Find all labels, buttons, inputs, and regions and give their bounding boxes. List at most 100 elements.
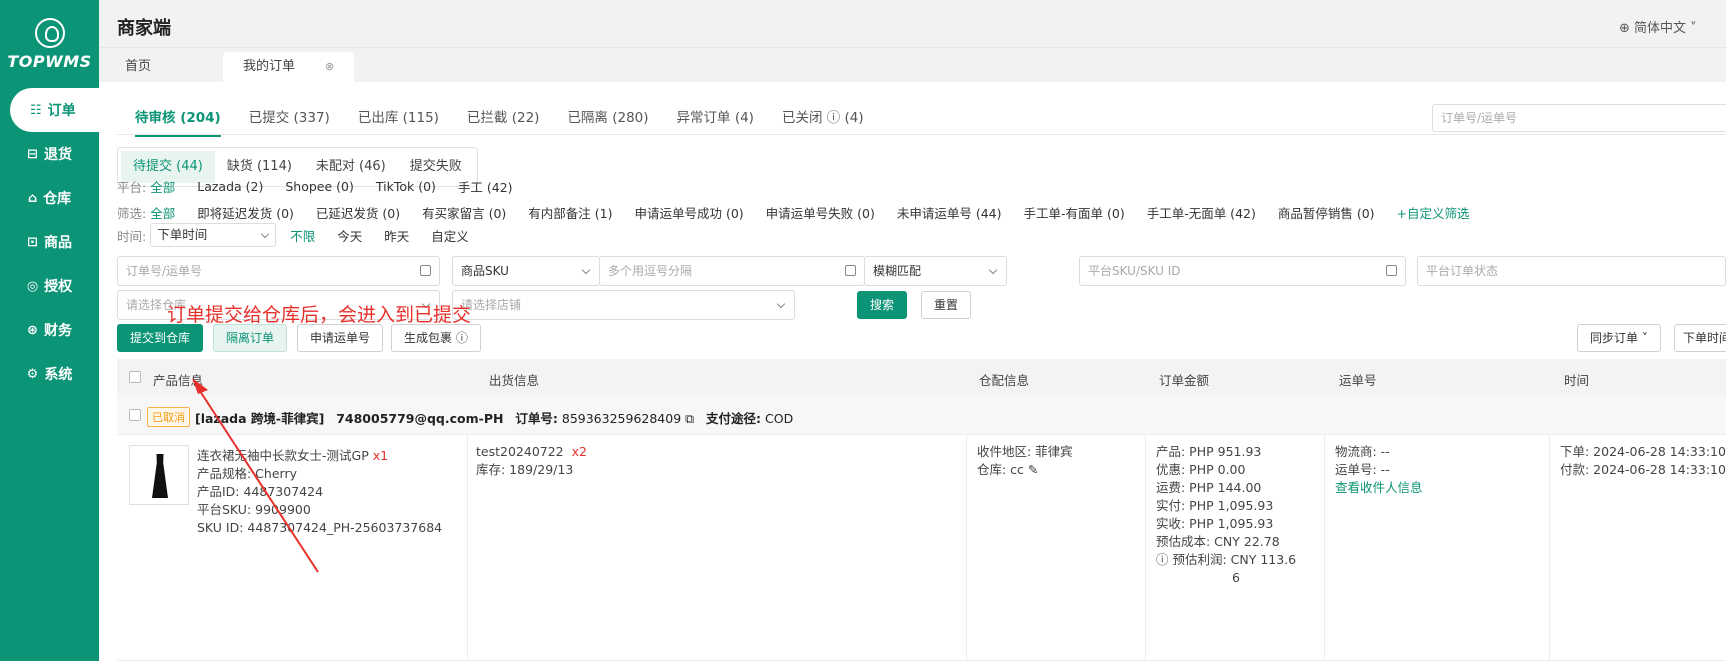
- logo-text: TOPWMS: [7, 51, 92, 71]
- order-search-input[interactable]: 订单号/运单号: [1432, 104, 1726, 132]
- order-number-input[interactable]: 订单号/运单号: [117, 256, 440, 286]
- logo-icon: [34, 17, 65, 48]
- platform-lazada[interactable]: Lazada (2): [197, 179, 263, 194]
- tab-exception[interactable]: 异常订单 (4): [677, 106, 754, 137]
- multi-value-input[interactable]: 多个用逗号分隔: [599, 256, 865, 286]
- chevron-down-icon: [260, 229, 270, 239]
- time-type-select[interactable]: 下单时间: [150, 223, 277, 247]
- sidebar: TOPWMS ☷ 订单 ⊟ 退货 ⌂ 仓库 ⊡ 商品 ◎ 授权 ⊛ 财务 ⚙ 系统: [0, 0, 99, 661]
- warehouse-icon: ⌂: [27, 190, 38, 206]
- shipment-cell: test20240722 x2 库存: 189/29/13: [467, 435, 967, 661]
- filter-option[interactable]: 已延迟发货 (0): [316, 203, 400, 222]
- sidebar-item-order[interactable]: ☷ 订单: [10, 88, 99, 132]
- generate-package-button[interactable]: 生成包裹 ⓘ: [391, 324, 481, 352]
- status-tabs: 待审核 (204) 已提交 (337) 已出库 (115) 已拦截 (22) 已…: [135, 106, 864, 137]
- time-cell: 下单: 2024-06-28 14:33:10 付款: 2024-06-28 1…: [1549, 435, 1726, 661]
- time-custom[interactable]: 自定义: [431, 226, 469, 245]
- warehouse-edit[interactable]: 仓库: cc ✎: [977, 461, 1136, 479]
- status-badge: 已取消: [147, 407, 190, 427]
- platform-sku-input[interactable]: 平台SKU/SKU ID: [1079, 256, 1406, 286]
- filter-option[interactable]: 商品暂停销售 (0): [1278, 203, 1375, 222]
- divider: [117, 134, 1726, 135]
- app-title: 商家端: [117, 18, 171, 39]
- close-icon[interactable]: ⊗: [325, 60, 334, 73]
- sidebar-item-settings[interactable]: ⚙ 系统: [0, 352, 99, 396]
- time-any[interactable]: 不限: [290, 226, 315, 245]
- shop-select[interactable]: 请选择店铺: [452, 290, 795, 320]
- apply-waybill-button[interactable]: 申请运单号: [297, 324, 384, 352]
- filter-option[interactable]: 手工单-无面单 (42): [1147, 203, 1256, 222]
- shop-name: [lazada 跨境-菲律宾]: [195, 411, 325, 426]
- reset-button[interactable]: 重置: [921, 291, 972, 319]
- warehouse-cell: 收件地区: 菲律宾 仓库: cc ✎: [966, 435, 1146, 661]
- platform-manual[interactable]: 手工 (42): [458, 177, 513, 196]
- filter-option[interactable]: 全部: [150, 203, 175, 222]
- filter-option[interactable]: 申请运单号失败 (0): [766, 203, 875, 222]
- sync-orders-button[interactable]: 同步订单 ˅: [1577, 324, 1661, 352]
- main-content: 待审核 (204) 已提交 (337) 已出库 (115) 已拦截 (22) 已…: [99, 82, 1726, 661]
- filter-option[interactable]: 有内部备注 (1): [528, 203, 612, 222]
- time-filter: 时间: 下单时间 不限 今天 昨天 自定义: [117, 223, 491, 247]
- view-receiver-link[interactable]: 查看收件人信息: [1335, 479, 1540, 497]
- filter-option[interactable]: 即将延迟发货 (0): [197, 203, 294, 222]
- product-name: 连衣裙无袖中长款女士-测试GP: [197, 448, 369, 463]
- table-header: 产品信息 出货信息 仓配信息 订单金额 运单号 时间: [117, 359, 1726, 395]
- product-cell: 连衣裙无袖中长款女士-测试GP x1 产品规格: Cherry 产品ID: 44…: [117, 435, 467, 661]
- globe-icon: ⊕: [1619, 21, 1635, 36]
- order-group-header: 已取消 [lazada 跨境-菲律宾] 748005779@qq.com-PH …: [117, 395, 1726, 435]
- filter-option[interactable]: 手工单-有面单 (0): [1024, 203, 1125, 222]
- submit-to-warehouse-button[interactable]: 提交到仓库: [117, 324, 204, 352]
- sidebar-item-auth[interactable]: ◎ 授权: [0, 264, 99, 308]
- product-thumbnail: [129, 445, 189, 505]
- copy-icon[interactable]: ⧉: [685, 411, 694, 426]
- annotation-text: 订单提交给仓库后，会进入到已提交: [167, 304, 472, 326]
- sidebar-item-return[interactable]: ⊟ 退货: [0, 132, 99, 176]
- isolate-order-button[interactable]: 隔离订单: [213, 324, 288, 352]
- language-switch[interactable]: ⊕ 简体中文 ˅: [1619, 17, 1697, 36]
- platform-status-select[interactable]: 平台订单状态: [1417, 256, 1726, 286]
- tab-pending-review[interactable]: 待审核 (204): [135, 106, 221, 137]
- sidebar-item-product[interactable]: ⊡ 商品: [0, 220, 99, 264]
- finance-icon: ⊛: [27, 322, 38, 338]
- settings-icon: ⚙: [26, 366, 39, 382]
- tab-shipped[interactable]: 已出库 (115): [358, 106, 439, 137]
- order-time-sort[interactable]: 下单时间: [1674, 324, 1726, 352]
- time-today[interactable]: 今天: [337, 226, 362, 245]
- table-row: 连衣裙无袖中长款女士-测试GP x1 产品规格: Cherry 产品ID: 44…: [117, 435, 1726, 661]
- filter-option[interactable]: 有买家留言 (0): [422, 203, 506, 222]
- tab-home[interactable]: 首页: [105, 52, 171, 82]
- chevron-down-icon: [776, 299, 786, 309]
- waybill-cell: 物流商: -- 运单号: -- 查看收件人信息: [1324, 435, 1550, 661]
- order-checkbox[interactable]: [129, 409, 141, 421]
- tab-intercepted[interactable]: 已拦截 (22): [467, 106, 540, 137]
- copy-icon[interactable]: [1386, 265, 1397, 276]
- sidebar-item-finance[interactable]: ⊛ 财务: [0, 308, 99, 352]
- time-yesterday[interactable]: 昨天: [384, 226, 409, 245]
- auth-icon: ◎: [26, 278, 39, 294]
- sidebar-item-warehouse[interactable]: ⌂ 仓库: [0, 176, 99, 220]
- custom-filter-link[interactable]: +自定义筛选: [1397, 203, 1470, 222]
- amount-cell: 产品: PHP 951.93 优惠: PHP 0.00 运费: PHP 144.…: [1145, 435, 1325, 661]
- search-button[interactable]: 搜索: [857, 291, 908, 319]
- platform-all[interactable]: 全部: [150, 177, 175, 196]
- order-icon: ☷: [30, 102, 42, 118]
- filter-option[interactable]: 申请运单号成功 (0): [634, 203, 743, 222]
- tab-submitted[interactable]: 已提交 (337): [249, 106, 330, 137]
- platform-shopee[interactable]: Shopee (0): [285, 179, 354, 194]
- sku-type-select[interactable]: 商品SKU: [452, 256, 600, 286]
- platform-tiktok[interactable]: TikTok (0): [376, 179, 436, 194]
- shop-account: 748005779@qq.com-PH: [336, 411, 504, 426]
- copy-icon[interactable]: [845, 265, 856, 276]
- page-tabs: 首页 我的订单 ⊗: [99, 48, 1726, 82]
- product-icon: ⊡: [27, 234, 38, 250]
- copy-icon[interactable]: [420, 265, 431, 276]
- chevron-down-icon: [988, 265, 998, 275]
- tab-isolated[interactable]: 已隔离 (280): [567, 106, 648, 137]
- chevron-down-icon: ˅: [1638, 331, 1648, 345]
- filter-option[interactable]: 未申请运单号 (44): [897, 203, 1002, 222]
- tab-my-orders[interactable]: 我的订单 ⊗: [223, 52, 355, 82]
- top-bar: 商家端 ⊕ 简体中文 ˅: [99, 0, 1726, 48]
- match-mode-select[interactable]: 模糊匹配: [864, 256, 1007, 286]
- tab-closed[interactable]: 已关闭 ⓘ (4): [782, 106, 864, 137]
- select-all-checkbox[interactable]: [129, 371, 141, 383]
